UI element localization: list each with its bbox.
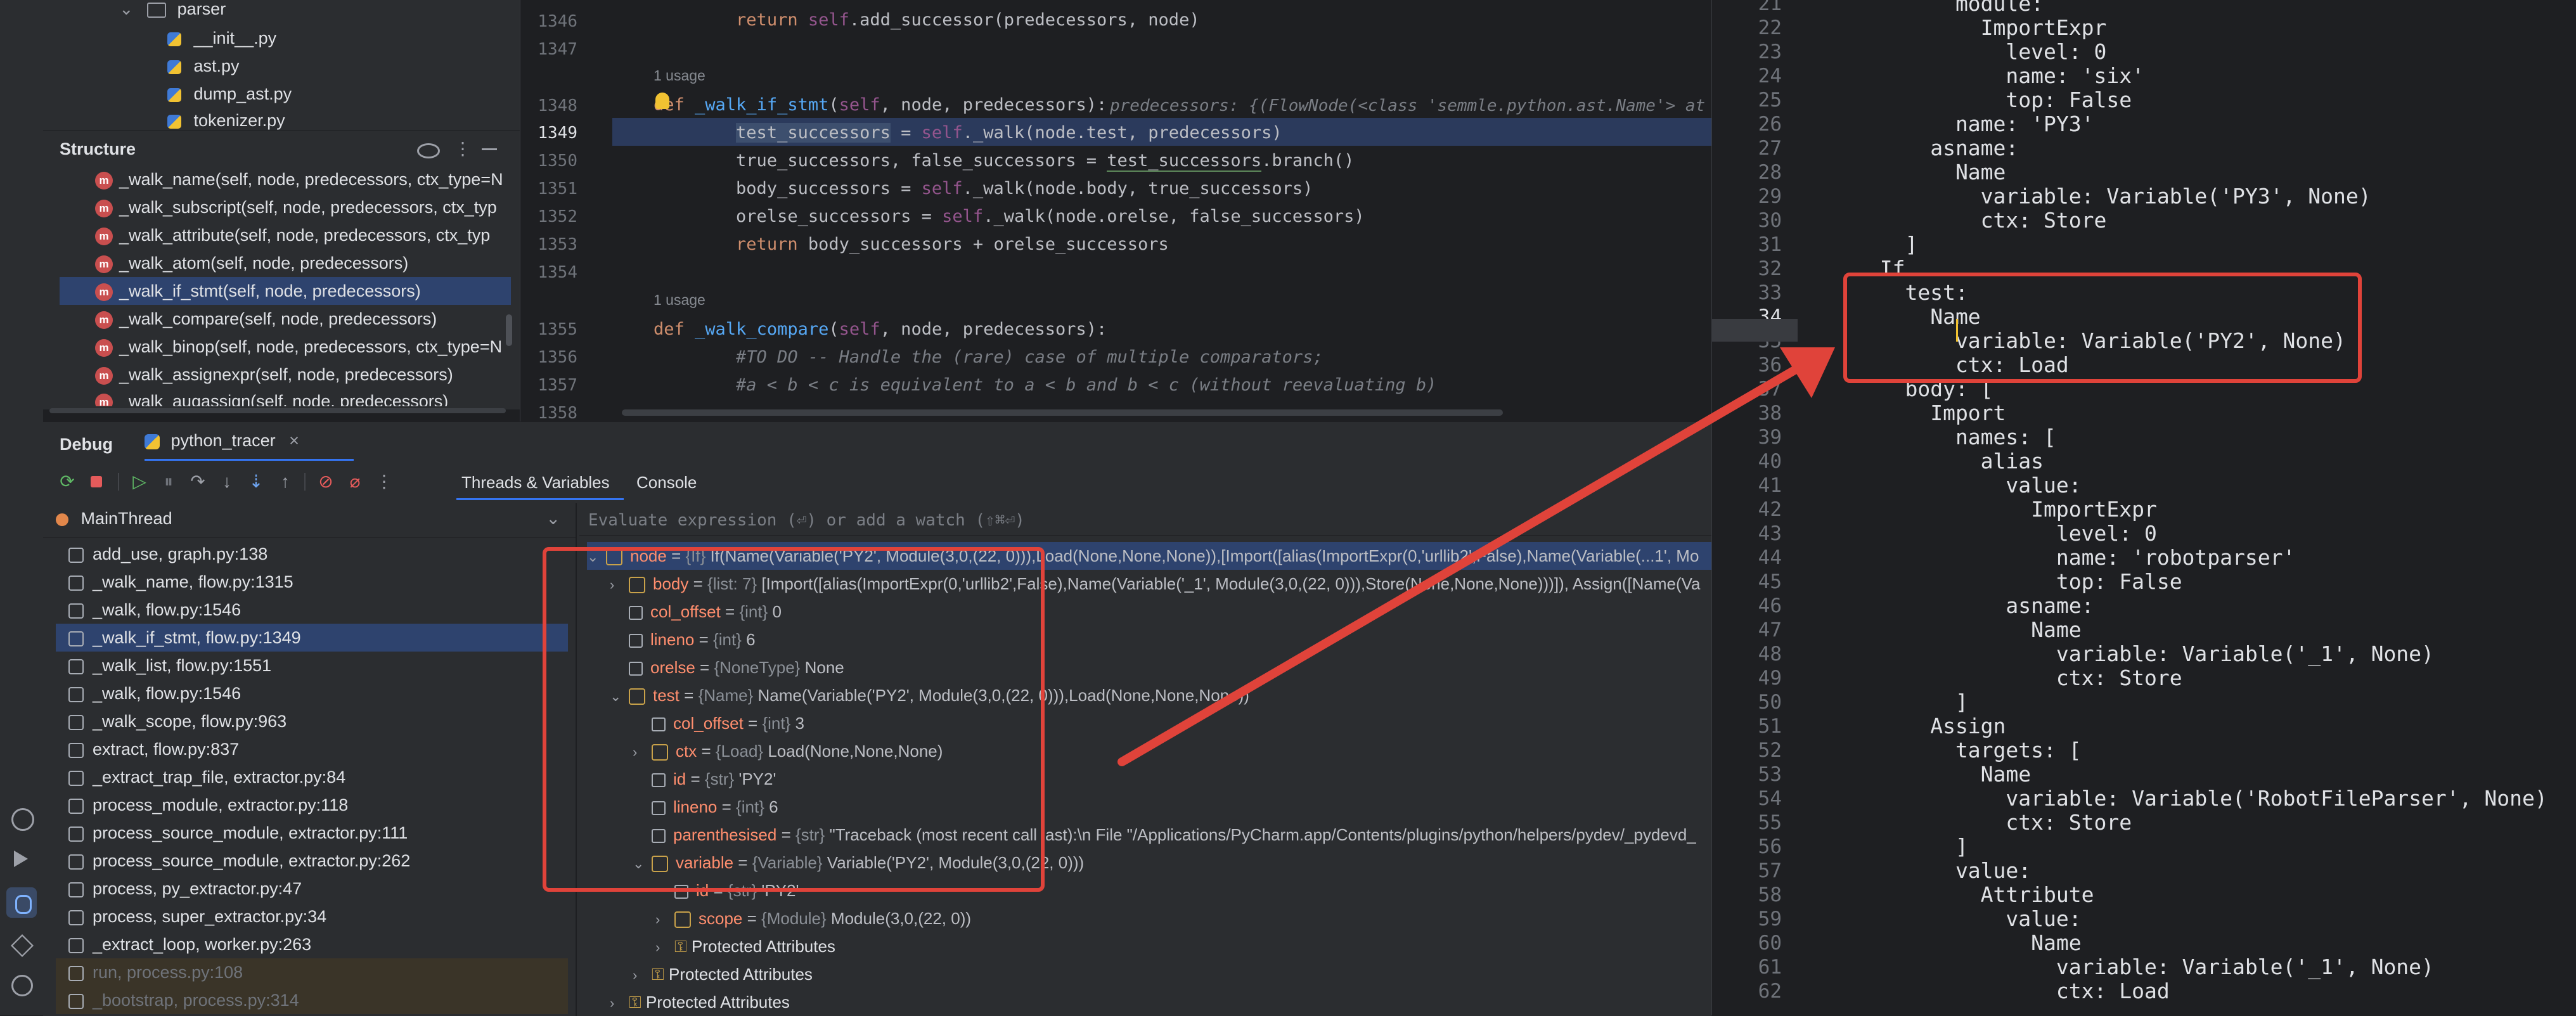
annotation-arrow <box>1117 347 1835 766</box>
